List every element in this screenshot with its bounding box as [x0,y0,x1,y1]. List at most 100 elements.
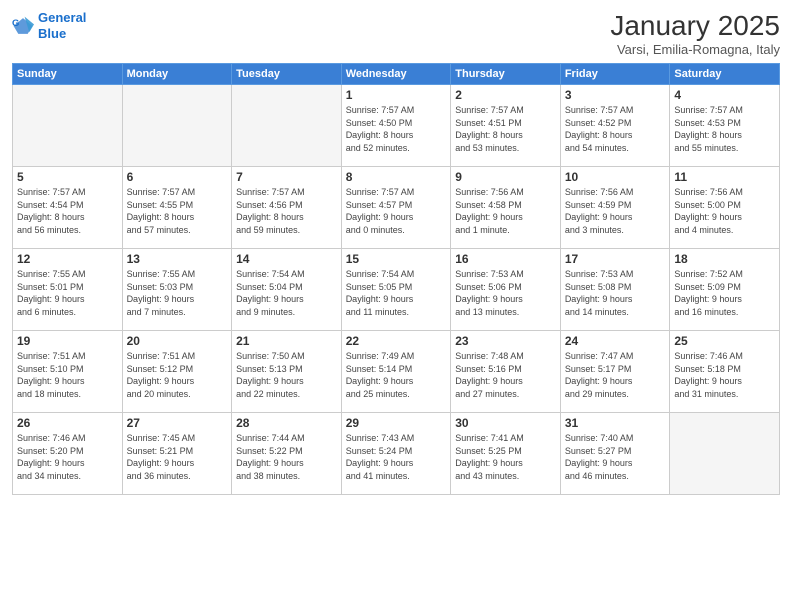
day-info: Sunrise: 7:56 AM Sunset: 4:58 PM Dayligh… [455,186,556,236]
month-title: January 2025 [610,10,780,42]
day-info: Sunrise: 7:44 AM Sunset: 5:22 PM Dayligh… [236,432,337,482]
day-info: Sunrise: 7:51 AM Sunset: 5:12 PM Dayligh… [127,350,228,400]
calendar-day-cell: 6 Sunrise: 7:57 AM Sunset: 4:55 PM Daylig… [122,167,232,249]
calendar-week-row: 19Sunrise: 7:51 AM Sunset: 5:10 PM Dayli… [13,331,780,413]
day-info: Sunrise: 7:56 AM Sunset: 5:00 PM Dayligh… [674,186,775,236]
calendar-day-cell: 1 Sunrise: 7:57 AM Sunset: 4:50 PM Daylig… [341,85,451,167]
calendar-week-row: 12 Sunrise: 7:55 AM Sunset: 5:01 PM Dayli… [13,249,780,331]
day-info: Sunrise: 7:57 AM Sunset: 4:56 PM Dayligh… [236,186,337,236]
day-number: 1 [346,88,447,102]
weekday-header: Friday [560,64,670,85]
day-number: 10 [565,170,666,184]
day-info: Sunrise: 7:57 AM Sunset: 4:51 PM Dayligh… [455,104,556,154]
calendar-day-cell [670,413,780,495]
day-number: 20 [127,334,228,348]
logo-line2: Blue [38,26,66,41]
logo-line1: General [38,10,86,25]
title-block: January 2025 Varsi, Emilia-Romagna, Ital… [610,10,780,57]
day-number: 12 [17,252,118,266]
day-info: Sunrise: 7:46 AM Sunset: 5:20 PM Dayligh… [17,432,118,482]
day-number: 13 [127,252,228,266]
calendar-day-cell: 30 Sunrise: 7:41 AM Sunset: 5:25 PM Dayli… [451,413,561,495]
calendar-day-cell: 15Sunrise: 7:54 AM Sunset: 5:05 PM Dayli… [341,249,451,331]
calendar-day-cell: 16 Sunrise: 7:53 AM Sunset: 5:06 PM Dayli… [451,249,561,331]
calendar-day-cell: 2Sunrise: 7:57 AM Sunset: 4:51 PM Daylig… [451,85,561,167]
calendar-day-cell: 29 Sunrise: 7:43 AM Sunset: 5:24 PM Dayli… [341,413,451,495]
day-number: 11 [674,170,775,184]
day-info: Sunrise: 7:54 AM Sunset: 5:04 PM Dayligh… [236,268,337,318]
day-info: Sunrise: 7:41 AM Sunset: 5:25 PM Dayligh… [455,432,556,482]
day-info: Sunrise: 7:57 AM Sunset: 4:50 PM Dayligh… [346,104,447,154]
day-info: Sunrise: 7:55 AM Sunset: 5:03 PM Dayligh… [127,268,228,318]
day-info: Sunrise: 7:53 AM Sunset: 5:08 PM Dayligh… [565,268,666,318]
weekday-header: Sunday [13,64,123,85]
day-info: Sunrise: 7:46 AM Sunset: 5:18 PM Dayligh… [674,350,775,400]
day-info: Sunrise: 7:57 AM Sunset: 4:55 PM Dayligh… [127,186,228,236]
day-number: 26 [17,416,118,430]
day-number: 17 [565,252,666,266]
calendar-week-row: 5Sunrise: 7:57 AM Sunset: 4:54 PM Daylig… [13,167,780,249]
calendar-day-cell: 24Sunrise: 7:47 AM Sunset: 5:17 PM Dayli… [560,331,670,413]
calendar-day-cell: 27Sunrise: 7:45 AM Sunset: 5:21 PM Dayli… [122,413,232,495]
calendar-day-cell [13,85,123,167]
day-number: 31 [565,416,666,430]
day-number: 30 [455,416,556,430]
calendar-day-cell: 7 Sunrise: 7:57 AM Sunset: 4:56 PM Daylig… [232,167,342,249]
day-info: Sunrise: 7:57 AM Sunset: 4:57 PM Dayligh… [346,186,447,236]
day-info: Sunrise: 7:48 AM Sunset: 5:16 PM Dayligh… [455,350,556,400]
day-number: 28 [236,416,337,430]
weekday-header: Tuesday [232,64,342,85]
day-number: 6 [127,170,228,184]
calendar-day-cell: 31 Sunrise: 7:40 AM Sunset: 5:27 PM Dayli… [560,413,670,495]
day-info: Sunrise: 7:43 AM Sunset: 5:24 PM Dayligh… [346,432,447,482]
day-info: Sunrise: 7:40 AM Sunset: 5:27 PM Dayligh… [565,432,666,482]
day-number: 24 [565,334,666,348]
calendar-week-row: 1 Sunrise: 7:57 AM Sunset: 4:50 PM Daylig… [13,85,780,167]
calendar-day-cell: 26 Sunrise: 7:46 AM Sunset: 5:20 PM Dayli… [13,413,123,495]
logo-text: General Blue [38,10,86,41]
calendar-day-cell [122,85,232,167]
calendar-day-cell: 25Sunrise: 7:46 AM Sunset: 5:18 PM Dayli… [670,331,780,413]
day-info: Sunrise: 7:50 AM Sunset: 5:13 PM Dayligh… [236,350,337,400]
calendar-day-cell: 12 Sunrise: 7:55 AM Sunset: 5:01 PM Dayli… [13,249,123,331]
day-info: Sunrise: 7:53 AM Sunset: 5:06 PM Dayligh… [455,268,556,318]
day-number: 16 [455,252,556,266]
day-number: 9 [455,170,556,184]
calendar-day-cell: 28 Sunrise: 7:44 AM Sunset: 5:22 PM Dayli… [232,413,342,495]
day-number: 19 [17,334,118,348]
calendar-day-cell: 5Sunrise: 7:57 AM Sunset: 4:54 PM Daylig… [13,167,123,249]
day-number: 21 [236,334,337,348]
calendar-day-cell: 18Sunrise: 7:52 AM Sunset: 5:09 PM Dayli… [670,249,780,331]
calendar-day-cell: 20 Sunrise: 7:51 AM Sunset: 5:12 PM Dayli… [122,331,232,413]
weekday-header-row: SundayMondayTuesdayWednesdayThursdayFrid… [13,64,780,85]
day-number: 27 [127,416,228,430]
header: G General Blue January 2025 Varsi, Emili… [12,10,780,57]
calendar-day-cell: 4 Sunrise: 7:57 AM Sunset: 4:53 PM Daylig… [670,85,780,167]
weekday-header: Thursday [451,64,561,85]
day-info: Sunrise: 7:55 AM Sunset: 5:01 PM Dayligh… [17,268,118,318]
day-number: 4 [674,88,775,102]
calendar-day-cell: 11 Sunrise: 7:56 AM Sunset: 5:00 PM Dayli… [670,167,780,249]
day-number: 29 [346,416,447,430]
day-number: 18 [674,252,775,266]
calendar-week-row: 26 Sunrise: 7:46 AM Sunset: 5:20 PM Dayli… [13,413,780,495]
day-number: 7 [236,170,337,184]
calendar-day-cell: 9 Sunrise: 7:56 AM Sunset: 4:58 PM Daylig… [451,167,561,249]
weekday-header: Wednesday [341,64,451,85]
weekday-header: Monday [122,64,232,85]
day-number: 14 [236,252,337,266]
day-number: 3 [565,88,666,102]
calendar-day-cell: 22Sunrise: 7:49 AM Sunset: 5:14 PM Dayli… [341,331,451,413]
day-info: Sunrise: 7:57 AM Sunset: 4:54 PM Dayligh… [17,186,118,236]
location: Varsi, Emilia-Romagna, Italy [610,42,780,57]
day-number: 23 [455,334,556,348]
calendar-day-cell: 21 Sunrise: 7:50 AM Sunset: 5:13 PM Dayli… [232,331,342,413]
calendar-day-cell: 19Sunrise: 7:51 AM Sunset: 5:10 PM Dayli… [13,331,123,413]
calendar-day-cell: 13 Sunrise: 7:55 AM Sunset: 5:03 PM Dayli… [122,249,232,331]
calendar-day-cell [232,85,342,167]
day-info: Sunrise: 7:49 AM Sunset: 5:14 PM Dayligh… [346,350,447,400]
logo: G General Blue [12,10,86,41]
day-info: Sunrise: 7:57 AM Sunset: 4:52 PM Dayligh… [565,104,666,154]
day-info: Sunrise: 7:57 AM Sunset: 4:53 PM Dayligh… [674,104,775,154]
calendar-day-cell: 14 Sunrise: 7:54 AM Sunset: 5:04 PM Dayli… [232,249,342,331]
